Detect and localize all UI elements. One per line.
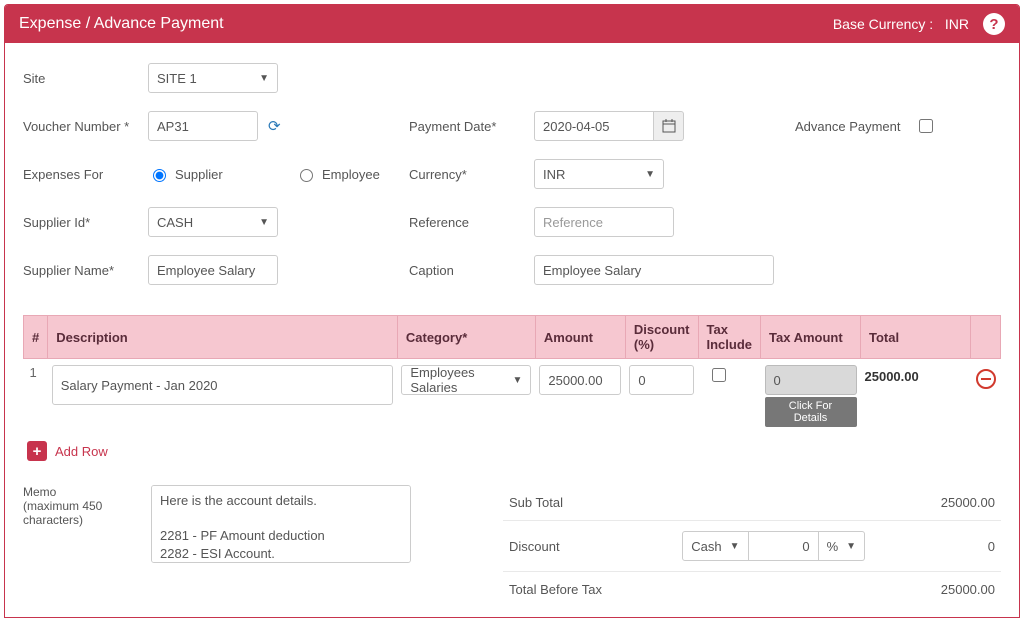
voucher-input[interactable] <box>148 111 258 141</box>
voucher-field: Voucher Number * ⟳ <box>23 111 393 141</box>
expenses-for-label: Expenses For <box>23 167 148 182</box>
currency-field: Currency* INR ▼ <box>409 159 779 189</box>
panel-header: Expense / Advance Payment Base Currency … <box>5 5 1019 43</box>
caret-down-icon: ▼ <box>846 541 856 552</box>
supplier-name-field: Supplier Name* <box>23 255 393 285</box>
employee-radio[interactable] <box>300 169 313 182</box>
currency-label: Currency* <box>409 167 534 182</box>
col-category: Category* <box>397 316 535 359</box>
discount-amount-input[interactable] <box>749 531 819 561</box>
caption-field: Caption <box>409 255 779 285</box>
discount-type-select[interactable]: Cash ▼ <box>682 531 748 561</box>
col-num: # <box>24 316 48 359</box>
table-row: 1 Employees Salaries ▼ 0 <box>24 359 1001 434</box>
delete-row-icon[interactable] <box>976 369 996 389</box>
base-currency: Base Currency : INR <box>833 16 969 32</box>
payment-date-label: Payment Date* <box>409 119 534 134</box>
supplier-id-label: Supplier Id* <box>23 215 148 230</box>
calendar-icon[interactable] <box>654 111 684 141</box>
col-total: Total <box>861 316 971 359</box>
currency-select[interactable]: INR ▼ <box>534 159 664 189</box>
row-total: 25000.00 <box>861 359 971 434</box>
expenses-for-supplier[interactable]: Supplier <box>148 166 273 182</box>
advance-payment-label: Advance Payment <box>795 119 901 134</box>
col-discount: Discount (%) <box>625 316 698 359</box>
caret-down-icon: ▼ <box>512 375 522 386</box>
advance-payment-field: Advance Payment <box>795 116 1001 136</box>
totals-block: Sub Total 25000.00 Discount Cash ▼ % ▼ <box>503 485 1001 607</box>
row-tax-include-checkbox[interactable] <box>712 368 726 382</box>
subtotal-label: Sub Total <box>509 495 563 510</box>
expenses-for-employee[interactable]: Employee <box>295 166 420 182</box>
click-for-details-button[interactable]: Click For Details <box>765 397 857 427</box>
site-field: Site SITE 1 ▼ <box>23 63 393 93</box>
payment-date-field: Payment Date* <box>409 111 779 141</box>
reference-field: Reference <box>409 207 779 237</box>
row-amount-input[interactable] <box>539 365 621 395</box>
reference-input[interactable] <box>534 207 674 237</box>
help-icon[interactable]: ? <box>983 13 1005 35</box>
row-discount-input[interactable] <box>629 365 694 395</box>
reference-label: Reference <box>409 215 534 230</box>
discount-value: 0 <box>988 539 995 554</box>
memo-block: Memo (maximum 450 characters) <box>23 485 463 563</box>
row-index: 1 <box>24 359 48 434</box>
row-category-select[interactable]: Employees Salaries ▼ <box>401 365 531 395</box>
caption-label: Caption <box>409 263 534 278</box>
expense-panel: Expense / Advance Payment Base Currency … <box>4 4 1020 618</box>
caret-down-icon: ▼ <box>645 169 655 180</box>
lines-table: # Description Category* Amount Discount … <box>23 315 1001 433</box>
page-title: Expense / Advance Payment <box>19 15 224 33</box>
payment-date-input[interactable] <box>534 111 654 141</box>
memo-textarea[interactable] <box>151 485 411 563</box>
row-description-input[interactable] <box>52 365 394 405</box>
supplier-name-input[interactable] <box>148 255 278 285</box>
supplier-name-label: Supplier Name* <box>23 263 148 278</box>
plus-icon: + <box>27 441 47 461</box>
advance-payment-checkbox[interactable] <box>919 119 933 133</box>
supplier-id-field: Supplier Id* CASH ▼ <box>23 207 393 237</box>
total-before-tax-label: Total Before Tax <box>509 582 602 597</box>
col-tax-include: Tax Include <box>698 316 761 359</box>
caption-input[interactable] <box>534 255 774 285</box>
caret-down-icon: ▼ <box>259 217 269 228</box>
supplier-id-select[interactable]: CASH ▼ <box>148 207 278 237</box>
site-label: Site <box>23 71 148 86</box>
memo-label: Memo (maximum 450 characters) <box>23 485 133 563</box>
voucher-label: Voucher Number * <box>23 119 148 134</box>
site-select[interactable]: SITE 1 ▼ <box>148 63 278 93</box>
discount-label: Discount <box>509 539 560 554</box>
discount-unit-select[interactable]: % ▼ <box>819 531 865 561</box>
caret-down-icon: ▼ <box>730 541 740 552</box>
add-row-button[interactable]: + Add Row <box>27 441 1001 461</box>
total-before-tax-value: 25000.00 <box>941 582 995 597</box>
col-amount: Amount <box>535 316 625 359</box>
subtotal-value: 25000.00 <box>941 495 995 510</box>
refresh-icon[interactable]: ⟳ <box>268 117 281 135</box>
row-tax-amount: 0 <box>765 365 857 395</box>
supplier-radio[interactable] <box>153 169 166 182</box>
expenses-for-field: Expenses For Supplier Employee <box>23 166 393 182</box>
caret-down-icon: ▼ <box>259 73 269 84</box>
col-description: Description <box>48 316 398 359</box>
col-tax-amount: Tax Amount <box>761 316 861 359</box>
